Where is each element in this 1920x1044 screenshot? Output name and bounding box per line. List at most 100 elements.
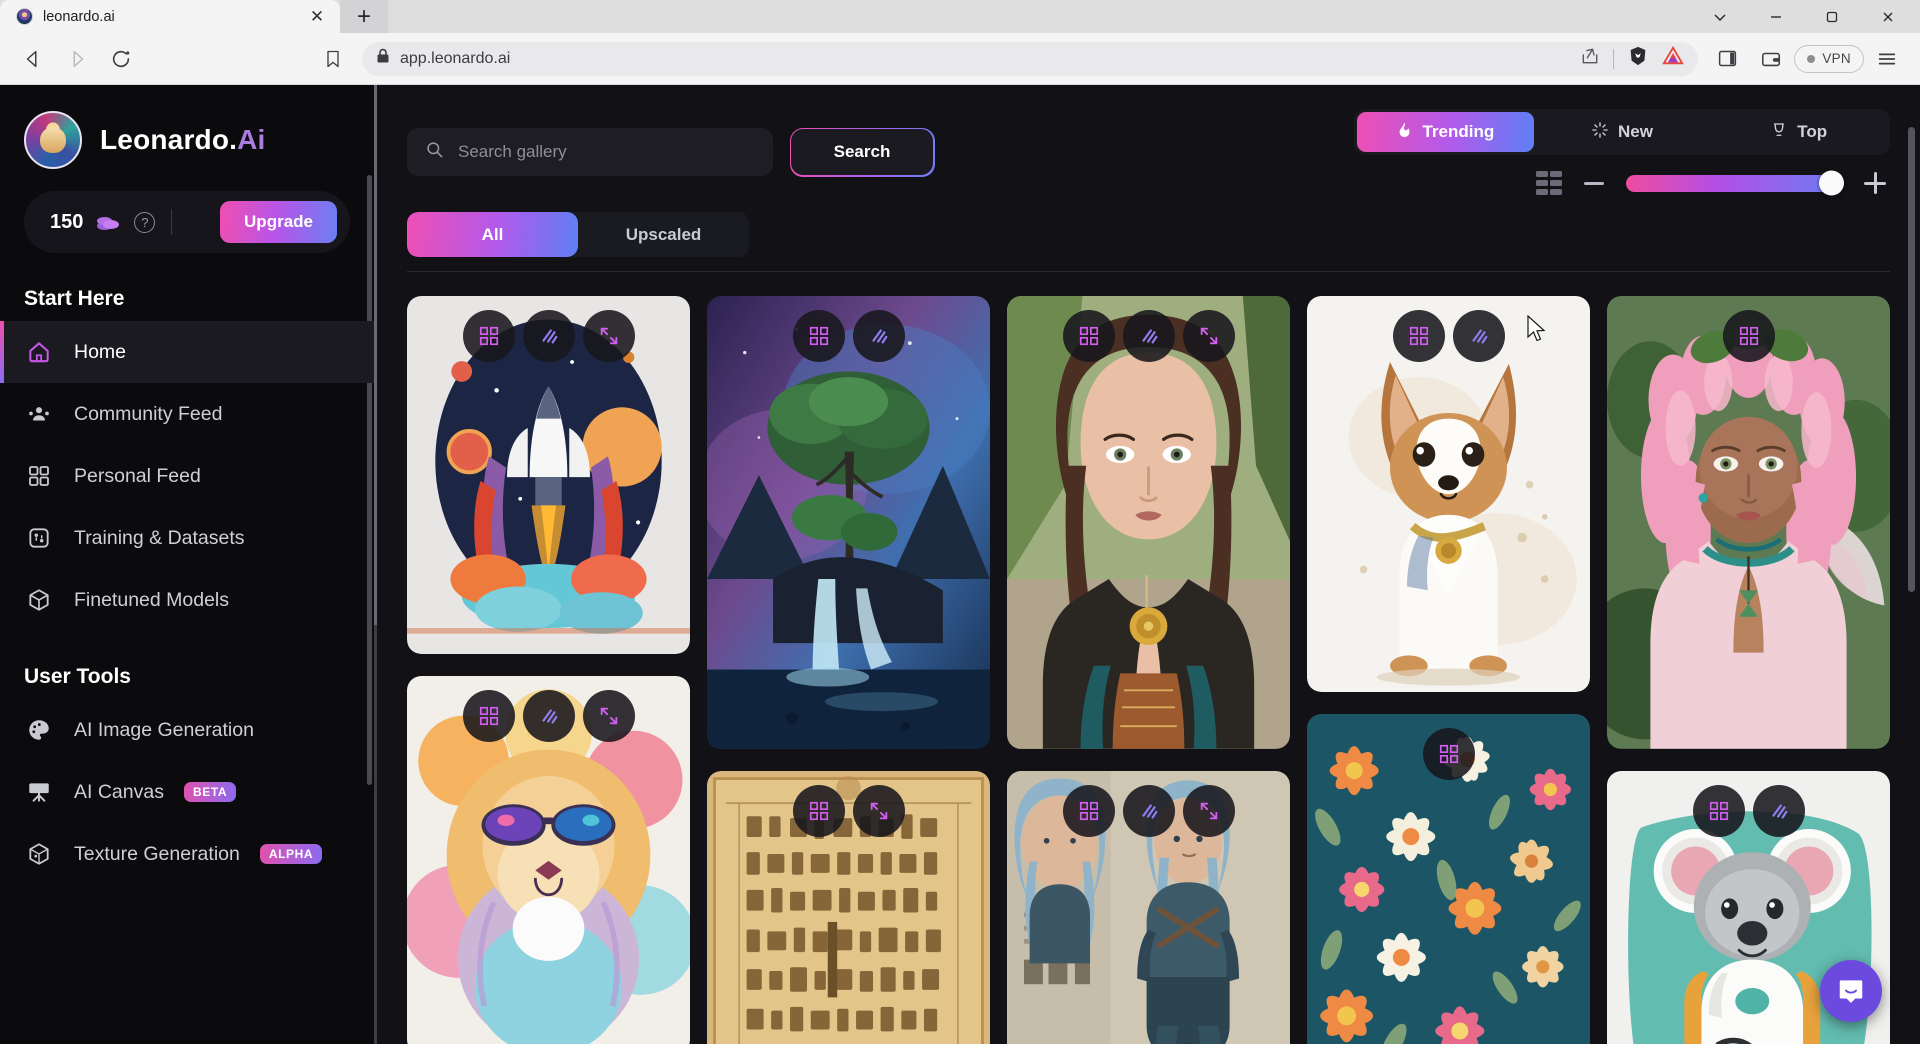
expand-icon[interactable]	[1182, 310, 1235, 362]
search-button[interactable]: Search	[789, 127, 935, 177]
close-window-button[interactable]	[1860, 0, 1916, 33]
coin-stack-icon	[97, 213, 120, 231]
variations-icon[interactable]	[522, 690, 575, 743]
grid-layout-icon[interactable]	[1536, 171, 1562, 195]
card-action-bar	[407, 690, 690, 743]
gallery-card[interactable]	[1307, 296, 1590, 693]
sidebar-panel-icon[interactable]	[1706, 38, 1748, 80]
tab-search-chevron-icon[interactable]	[1692, 0, 1748, 33]
sidebar-item-home[interactable]: Home	[0, 321, 374, 383]
gallery-card[interactable]	[1307, 714, 1590, 1044]
sidebar-item-texture-generation[interactable]: Texture Generation ALPHA	[0, 823, 374, 885]
upscale-icon[interactable]	[792, 310, 845, 362]
sidebar-item-training-datasets[interactable]: Training & Datasets	[0, 507, 374, 569]
new-tab-button[interactable]: +	[340, 0, 388, 33]
expand-icon[interactable]	[582, 310, 635, 362]
sidebar-item-community-feed[interactable]: Community Feed	[0, 383, 374, 445]
palette-icon	[24, 715, 54, 745]
tab-upscaled[interactable]: Upscaled	[578, 212, 749, 257]
variations-icon[interactable]	[852, 310, 905, 362]
sidebar-item-finetuned-models[interactable]: Finetuned Models	[0, 569, 374, 631]
status-badge: BETA	[183, 782, 237, 802]
tab-trending[interactable]: Trending	[1357, 112, 1534, 152]
credits-divider	[171, 209, 173, 235]
tab-strip: leonardo.ai ✕ +	[0, 0, 1920, 33]
cube-icon	[24, 585, 54, 615]
brave-triangle-icon[interactable]	[1662, 45, 1685, 72]
search-input[interactable]	[458, 142, 755, 162]
tab-top[interactable]: Top	[1710, 112, 1887, 152]
gallery-card[interactable]	[707, 770, 990, 1044]
tab-new[interactable]: New	[1534, 112, 1711, 152]
variations-icon[interactable]	[1122, 784, 1175, 837]
minimize-window-button[interactable]	[1748, 0, 1804, 33]
variations-icon[interactable]	[1122, 310, 1175, 362]
upscale-icon[interactable]	[1392, 310, 1445, 362]
sort-tab-label: Top	[1797, 122, 1828, 141]
slider-thumb[interactable]	[1819, 170, 1844, 196]
dataset-chip-icon	[24, 523, 54, 553]
wallet-icon[interactable]	[1750, 38, 1792, 80]
gallery-toolbar: Search Trending	[377, 85, 1920, 257]
variations-icon[interactable]	[522, 310, 575, 362]
brand-name: Leonardo.Ai	[100, 124, 266, 156]
expand-icon[interactable]	[582, 690, 635, 743]
upscale-icon[interactable]	[1062, 784, 1115, 837]
gallery-card[interactable]	[407, 296, 690, 655]
question-mark-icon[interactable]: ?	[134, 211, 156, 233]
gallery-card[interactable]	[707, 296, 990, 749]
reload-icon[interactable]	[100, 38, 142, 80]
tab-all[interactable]: All	[407, 212, 578, 257]
gallery-size-slider[interactable]	[1626, 170, 1844, 196]
upscale-icon[interactable]	[1062, 310, 1115, 362]
sidebar-item-ai-image-generation[interactable]: AI Image Generation	[0, 699, 374, 761]
browser-tab[interactable]: leonardo.ai ✕	[0, 0, 340, 33]
brave-lion-icon[interactable]	[1627, 45, 1649, 72]
gallery-scrollbar[interactable]	[1908, 127, 1915, 592]
search-button-wrapper: Search	[789, 127, 935, 177]
variations-icon[interactable]	[1452, 310, 1505, 362]
search-field-wrapper[interactable]	[407, 128, 773, 176]
view-controls	[1536, 170, 1890, 196]
upgrade-button[interactable]: Upgrade	[220, 201, 337, 243]
forward-icon[interactable]	[56, 38, 98, 80]
zoom-in-button[interactable]	[1864, 172, 1886, 194]
expand-icon[interactable]	[1182, 784, 1235, 837]
app-sidebar: Leonardo.Ai 150 ? Upgrade Start Here Hom…	[0, 85, 374, 1044]
card-action-bar	[1007, 784, 1290, 837]
sidebar-item-personal-feed[interactable]: Personal Feed	[0, 445, 374, 507]
sidebar-item-label: Personal Feed	[74, 464, 201, 487]
variations-icon[interactable]	[1752, 784, 1805, 837]
address-bar[interactable]: app.leonardo.ai	[362, 41, 1699, 76]
back-icon[interactable]	[12, 38, 54, 80]
hamburger-menu-icon[interactable]	[1866, 38, 1908, 80]
gallery-card[interactable]	[1007, 296, 1290, 749]
sidebar-item-ai-canvas[interactable]: AI Canvas BETA	[0, 761, 374, 823]
upscale-icon[interactable]	[1422, 728, 1475, 781]
zoom-out-button[interactable]	[1584, 181, 1604, 185]
upscale-icon[interactable]	[1722, 310, 1775, 362]
upscale-icon[interactable]	[462, 310, 515, 362]
gallery-card[interactable]	[407, 676, 690, 1044]
expand-icon[interactable]	[852, 784, 905, 837]
sidebar-item-label: Texture Generation	[74, 842, 240, 865]
sort-tabs: Trending New Top	[1354, 109, 1890, 155]
leonardo-logo-icon	[24, 111, 82, 169]
sort-tab-label: Trending	[1422, 122, 1495, 141]
bookmark-icon[interactable]	[312, 38, 354, 80]
brand-logo-block[interactable]: Leonardo.Ai	[0, 85, 374, 169]
sort-tab-label: New	[1618, 122, 1653, 141]
close-tab-icon[interactable]: ✕	[306, 6, 328, 28]
gallery-grid	[377, 272, 1920, 1044]
vpn-button[interactable]: VPN	[1794, 44, 1864, 73]
search-icon	[425, 140, 444, 164]
sparkle-icon	[1591, 121, 1609, 144]
upscale-icon[interactable]	[1692, 784, 1745, 837]
maximize-window-button[interactable]	[1804, 0, 1860, 33]
intercom-chat-button[interactable]	[1820, 960, 1882, 1022]
upscale-icon[interactable]	[462, 690, 515, 743]
upscale-icon[interactable]	[792, 784, 845, 837]
gallery-card[interactable]	[1607, 296, 1890, 749]
share-icon[interactable]	[1580, 46, 1600, 71]
gallery-card[interactable]	[1007, 770, 1290, 1044]
